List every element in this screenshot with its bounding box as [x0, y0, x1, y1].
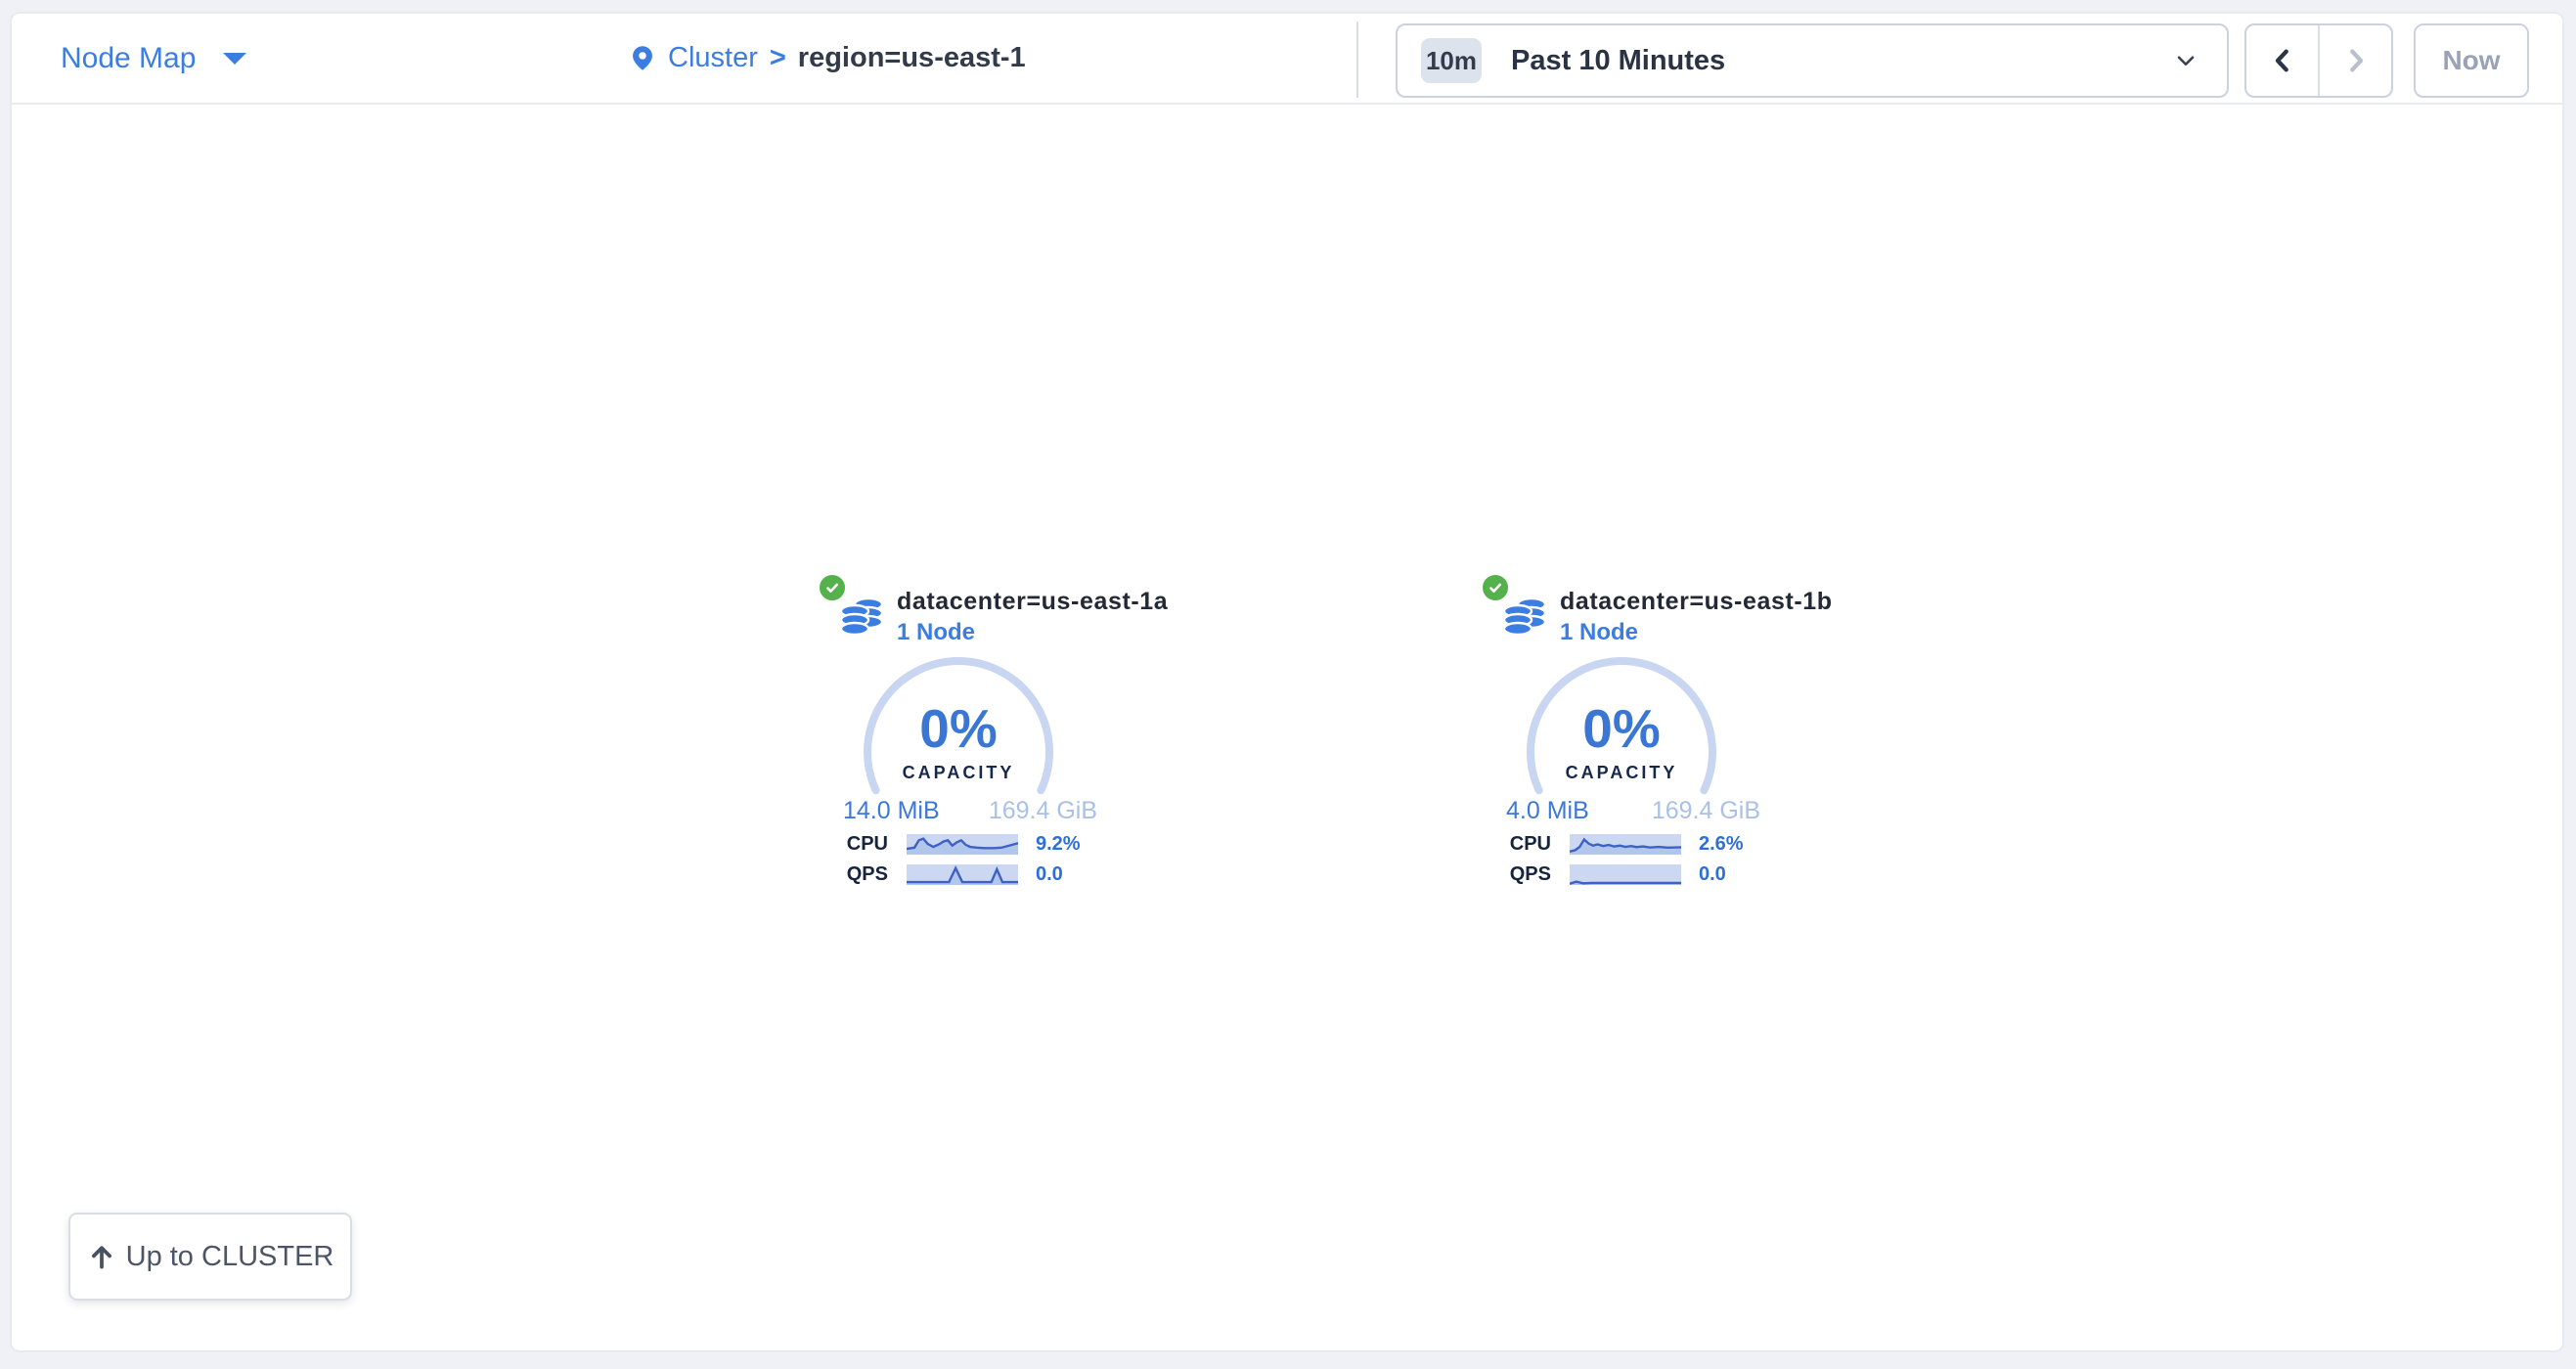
- metric-label: QPS: [837, 864, 888, 885]
- header-divider: [1356, 22, 1358, 98]
- metric-sparkline: [1570, 864, 1681, 885]
- time-pager: [2244, 23, 2393, 98]
- node-map-panel: Node Map Cluster > region=us-east-1 10m …: [10, 12, 2564, 1352]
- metric-value: 2.6%: [1699, 834, 1744, 855]
- breadcrumb: Cluster > region=us-east-1: [629, 14, 1026, 103]
- breadcrumb-cluster-link[interactable]: Cluster: [668, 42, 758, 74]
- chevron-right-icon: [2341, 44, 2371, 77]
- view-selector[interactable]: Node Map: [61, 14, 246, 103]
- arrow-up-icon: [87, 1242, 116, 1271]
- map-pin-icon: [629, 42, 656, 74]
- time-range-dropdown[interactable]: 10m Past 10 Minutes: [1396, 23, 2229, 98]
- metric-row: QPS 0.0: [802, 864, 1115, 885]
- next-time-button[interactable]: [2320, 25, 2391, 96]
- chevron-down-icon: [2172, 47, 2199, 74]
- datacenter-name: datacenter=us-east-1a: [897, 588, 1168, 616]
- database-icon: [1504, 596, 1547, 640]
- metric-label: CPU: [837, 834, 888, 855]
- check-circle-icon: [817, 572, 848, 603]
- caret-down-icon: [223, 53, 246, 65]
- metric-value: 9.2%: [1036, 834, 1081, 855]
- capacity-used: 4.0 MiB: [1506, 797, 1589, 825]
- up-to-cluster-label: Up to CLUSTER: [126, 1241, 334, 1273]
- metric-sparkline: [907, 834, 1018, 855]
- node-count: 1 Node: [1560, 619, 1638, 646]
- datacenter-card[interactable]: datacenter=us-east-1b 1 Node 0% CAPACITY…: [1465, 573, 1778, 907]
- database-icon: [841, 596, 884, 640]
- metric-label: CPU: [1500, 834, 1551, 855]
- prev-time-button[interactable]: [2246, 25, 2320, 96]
- metric-row: QPS 0.0: [1465, 864, 1778, 885]
- metric-sparkline: [1570, 834, 1681, 855]
- view-selector-label: Node Map: [61, 42, 196, 75]
- metric-row: CPU 2.6%: [1465, 834, 1778, 855]
- time-range-badge: 10m: [1421, 38, 1482, 83]
- metric-label: QPS: [1500, 864, 1551, 885]
- capacity-used: 14.0 MiB: [843, 797, 940, 825]
- datacenter-card[interactable]: datacenter=us-east-1a 1 Node 0% CAPACITY…: [802, 573, 1115, 907]
- capacity-percentage: 0%: [1465, 701, 1778, 756]
- node-map-screen: Node Map Cluster > region=us-east-1 10m …: [0, 0, 2576, 1369]
- datacenter-name: datacenter=us-east-1b: [1560, 588, 1833, 616]
- check-circle-icon: [1480, 572, 1511, 603]
- breadcrumb-current: region=us-east-1: [798, 42, 1026, 74]
- header-bar: Node Map Cluster > region=us-east-1 10m …: [12, 14, 2562, 105]
- capacity-total: 169.4 GiB: [1652, 797, 1760, 825]
- metric-sparkline: [907, 864, 1018, 885]
- capacity-range-row: 4.0 MiB 169.4 GiB: [1506, 797, 1760, 824]
- node-count: 1 Node: [897, 619, 975, 646]
- metric-row: CPU 9.2%: [802, 834, 1115, 855]
- time-range-label: Past 10 Minutes: [1511, 45, 1725, 77]
- metric-value: 0.0: [1036, 864, 1063, 885]
- metric-value: 0.0: [1699, 864, 1726, 885]
- breadcrumb-separator: >: [770, 42, 786, 74]
- capacity-total: 169.4 GiB: [989, 797, 1097, 825]
- up-to-cluster-button[interactable]: Up to CLUSTER: [68, 1213, 352, 1301]
- capacity-range-row: 14.0 MiB 169.4 GiB: [843, 797, 1097, 824]
- capacity-caption: CAPACITY: [802, 764, 1115, 781]
- chevron-left-icon: [2268, 44, 2297, 77]
- capacity-caption: CAPACITY: [1465, 764, 1778, 781]
- capacity-percentage: 0%: [802, 701, 1115, 756]
- now-button[interactable]: Now: [2414, 23, 2529, 98]
